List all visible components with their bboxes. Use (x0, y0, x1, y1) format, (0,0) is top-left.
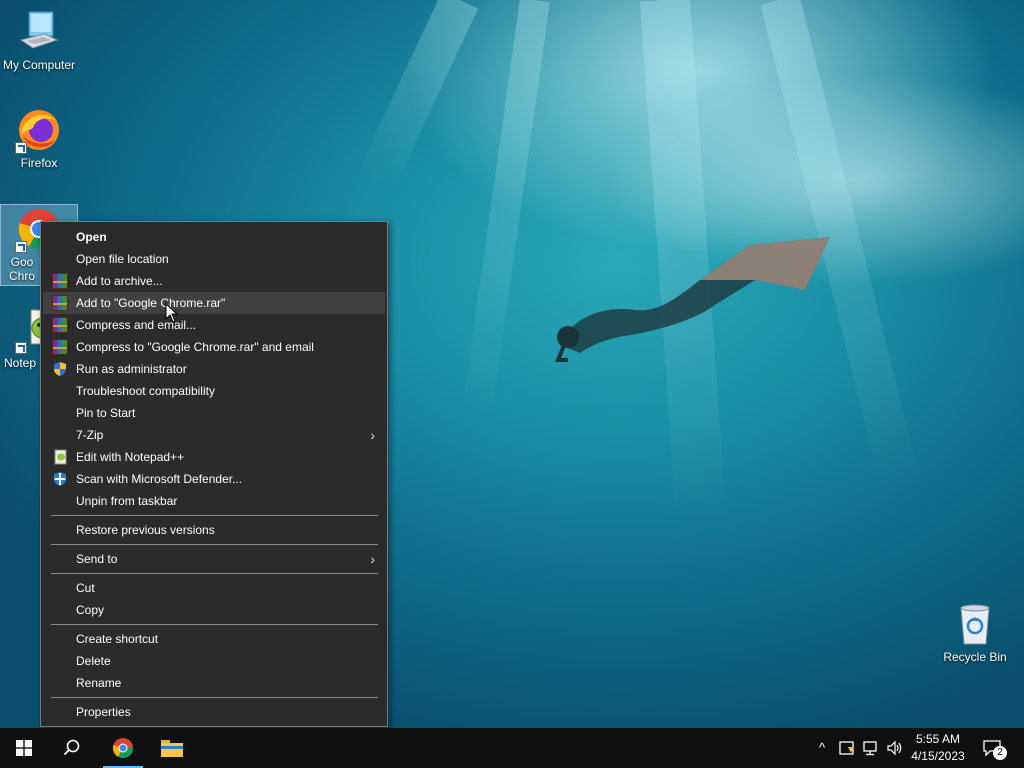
tray-network-icon[interactable] (861, 738, 881, 758)
context-menu: Open Open file location Add to archive..… (40, 221, 388, 727)
chrome-taskbar-button[interactable] (99, 728, 147, 768)
chevron-right-icon: › (370, 551, 375, 567)
menu-item-label: Add to "Google Chrome.rar" (76, 296, 226, 310)
tray-volume-icon[interactable] (885, 738, 905, 758)
notepadpp-icon (52, 449, 68, 465)
winrar-icon (52, 295, 68, 311)
desktop-icon-recycle-bin[interactable]: Recycle Bin (936, 600, 1014, 664)
menu-item-label: Copy (76, 603, 105, 617)
menu-item-compress-to-rar-and-email[interactable]: Compress to "Google Chrome.rar" and emai… (43, 336, 385, 358)
recycle-bin-icon (951, 600, 999, 648)
menu-item-add-to-rar[interactable]: Add to "Google Chrome.rar" (43, 292, 385, 314)
menu-item-label: Edit with Notepad++ (76, 450, 185, 464)
uac-shield-icon (52, 361, 68, 377)
menu-item-label: Open file location (76, 252, 169, 266)
clock-time: 5:55 AM (915, 732, 961, 746)
menu-item-label: Add to archive... (76, 274, 163, 288)
diver-image (555, 237, 830, 362)
show-hidden-icons-button[interactable]: ^ (812, 738, 832, 758)
menu-item-label: Troubleshoot compatibility (76, 384, 215, 398)
menu-separator (51, 515, 378, 516)
network-icon (863, 741, 877, 756)
menu-item-compress-and-email[interactable]: Compress and email... (43, 314, 385, 336)
clock-date: 4/15/2023 (911, 749, 965, 763)
menu-separator (51, 697, 378, 698)
menu-item-pin-to-start[interactable]: Pin to Start (43, 402, 385, 424)
menu-item-send-to[interactable]: Send to › (43, 548, 385, 570)
start-button[interactable] (0, 728, 48, 768)
desktop-icon-label: My Computer (2, 58, 76, 72)
menu-item-label: Scan with Microsoft Defender... (76, 472, 243, 486)
notification-count-badge: 2 (993, 746, 1007, 760)
shortcut-arrow-icon (15, 342, 27, 354)
menu-item-label: Open (76, 230, 107, 244)
menu-item-7-zip[interactable]: 7-Zip › (43, 424, 385, 446)
light-ray (461, 0, 550, 419)
menu-item-scan-with-defender[interactable]: Scan with Microsoft Defender... (43, 468, 385, 490)
desktop[interactable]: My Computer Firefox Goo Chro Notep Recyc… (0, 0, 1024, 728)
menu-item-label: Rename (76, 676, 122, 690)
taskbar-clock[interactable]: 5:55 AM 4/15/2023 (905, 731, 971, 765)
menu-item-copy[interactable]: Copy (43, 599, 385, 621)
menu-item-label: Properties (76, 705, 131, 719)
winrar-icon (52, 339, 68, 355)
tray-security-icon[interactable] (837, 738, 857, 758)
chevron-right-icon: › (370, 427, 375, 443)
volume-icon (887, 740, 902, 756)
defender-icon (52, 471, 68, 487)
winrar-icon (52, 273, 68, 289)
firefox-icon (15, 106, 63, 154)
menu-item-label: Pin to Start (76, 406, 136, 420)
menu-item-label: Send to (76, 552, 118, 566)
menu-item-open-file-location[interactable]: Open file location (43, 248, 385, 270)
search-button[interactable] (48, 728, 96, 768)
desktop-icon-label: Recycle Bin (943, 650, 1007, 664)
winrar-icon (52, 317, 68, 333)
menu-item-edit-with-notepadpp[interactable]: Edit with Notepad++ (43, 446, 385, 468)
chevron-up-icon: ^ (818, 740, 826, 755)
menu-item-rename[interactable]: Rename (43, 672, 385, 694)
desktop-icon-label: Goo Chro (8, 255, 35, 283)
menu-item-label: Run as administrator (76, 362, 187, 376)
menu-item-create-shortcut[interactable]: Create shortcut (43, 628, 385, 650)
computer-icon (15, 8, 63, 56)
menu-separator (51, 544, 378, 545)
taskbar: ^ 5:55 AM 4/15/2023 2 (0, 728, 1024, 768)
menu-item-add-to-archive[interactable]: Add to archive... (43, 270, 385, 292)
chrome-icon (112, 738, 133, 758)
menu-item-run-as-administrator[interactable]: Run as administrator (43, 358, 385, 380)
menu-separator (51, 573, 378, 574)
desktop-icon-label: Notep (3, 356, 37, 370)
file-explorer-taskbar-button[interactable] (148, 728, 196, 768)
shortcut-arrow-icon (15, 142, 27, 154)
action-center-button[interactable]: 2 (982, 738, 1008, 760)
menu-item-cut[interactable]: Cut (43, 577, 385, 599)
desktop-icon-my-computer[interactable]: My Computer (0, 8, 78, 72)
menu-item-label: Create shortcut (76, 632, 159, 646)
menu-item-label: Unpin from taskbar (76, 494, 178, 508)
windows-logo-icon (16, 740, 32, 756)
security-warning-icon (839, 741, 854, 755)
shortcut-arrow-icon (15, 241, 27, 253)
menu-separator (51, 624, 378, 625)
menu-item-delete[interactable]: Delete (43, 650, 385, 672)
menu-item-open[interactable]: Open (43, 226, 385, 248)
search-icon (63, 739, 80, 756)
menu-item-label: Cut (76, 581, 95, 595)
menu-item-unpin-from-taskbar[interactable]: Unpin from taskbar (43, 490, 385, 512)
menu-item-properties[interactable]: Properties (43, 701, 385, 723)
menu-item-label: Restore previous versions (76, 523, 215, 537)
folder-icon (161, 740, 183, 757)
menu-item-label: Delete (76, 654, 111, 668)
menu-item-label: 7-Zip (76, 428, 104, 442)
menu-item-troubleshoot-compatibility[interactable]: Troubleshoot compatibility (43, 380, 385, 402)
desktop-icon-firefox[interactable]: Firefox (0, 106, 78, 170)
menu-item-restore-previous-versions[interactable]: Restore previous versions (43, 519, 385, 541)
light-ray (357, 0, 479, 190)
menu-item-label: Compress to "Google Chrome.rar" and emai… (76, 340, 314, 354)
mouse-cursor-icon (165, 303, 179, 323)
desktop-icon-label: Firefox (20, 156, 58, 170)
